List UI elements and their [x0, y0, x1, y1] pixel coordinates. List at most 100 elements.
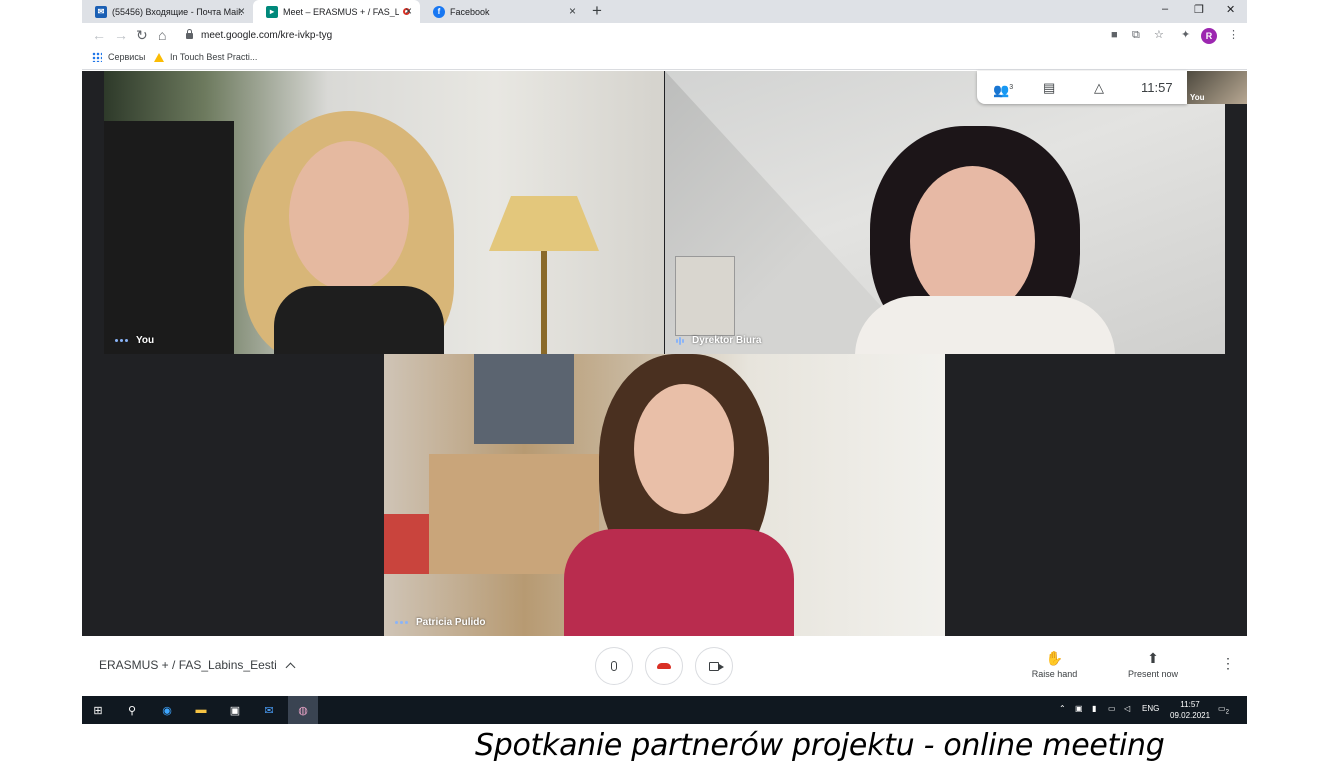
video-tile-dyrektor-biura[interactable]: Dyrektor Biura [665, 71, 1225, 354]
browser-toolbar: ← → ↻ ⌂ meet.google.com/kre-ivkp-tyg ■ ⧉… [82, 23, 1247, 48]
taskbar-date: 09.02.2021 [1170, 711, 1211, 720]
forward-arrow-icon[interactable]: → [114, 27, 128, 43]
tab-mail[interactable]: ✉ (55456) Входящие - Почта Mail. × [82, 0, 253, 23]
tab-facebook[interactable]: f Facebook × [420, 0, 584, 23]
apps-grid-icon [92, 52, 102, 62]
reload-icon[interactable]: ↻ [136, 27, 148, 43]
taskbar-time: 11:57 [1180, 700, 1200, 709]
participant-name: Patricia Pulido [416, 617, 486, 628]
browser-tab-strip: ✉ (55456) Входящие - Почта Mail. × ▸ Mee… [82, 0, 1247, 23]
people-icon[interactable]: 👥3 [993, 80, 1013, 97]
chat-icon[interactable]: ▤ [1043, 80, 1055, 95]
meeting-grid: You Dyrektor Biura Patricia Pulido 👥3 ▤ … [82, 71, 1247, 636]
new-tab-button[interactable]: + [592, 2, 602, 20]
maximize-button[interactable]: ❐ [1194, 3, 1204, 16]
hand-icon: ✋ [1045, 650, 1064, 666]
mail-app-icon[interactable]: ✉ [261, 702, 277, 718]
network-icon[interactable]: ▭ [1108, 704, 1116, 713]
present-now-button[interactable]: ⬆ Present now [1122, 650, 1184, 679]
lamp-stand [541, 251, 547, 354]
present-screen-icon: ⬆ [1147, 650, 1159, 666]
bookmark-in-touch[interactable]: In Touch Best Practi... [154, 52, 257, 62]
red-box [384, 514, 429, 574]
meeting-name: ERASMUS + / FAS_Labins_Eesti [99, 658, 277, 672]
participant-clothing [855, 296, 1115, 354]
address-bar[interactable]: meet.google.com/kre-ivkp-tyg [186, 28, 333, 41]
participant-face [634, 384, 734, 514]
close-tab-icon[interactable]: × [405, 5, 412, 17]
camera-icon [709, 661, 724, 671]
home-icon[interactable]: ⌂ [158, 27, 166, 43]
microphone-button[interactable] [595, 647, 633, 685]
drive-icon [154, 52, 164, 62]
participant-name: You [136, 335, 155, 346]
volume-icon[interactable]: ◁ [1124, 704, 1130, 713]
participant-face [910, 166, 1035, 316]
windows-taskbar: ⊞ ⚲ ◉ ▬ ▣ ✉ ◍ ⌃ ▣ ▮ ▭ ◁ ENG 11:57 09.02.… [82, 696, 1247, 724]
close-tab-icon[interactable]: × [569, 5, 576, 17]
bookmark-label: Сервисы [108, 52, 146, 62]
speaking-indicator-icon [676, 336, 684, 345]
more-options-icon[interactable]: ⋮ [1221, 656, 1235, 670]
notification-icon[interactable]: ▭2 [1218, 704, 1229, 716]
notification-count: 2 [1225, 709, 1229, 716]
chevron-up-icon [285, 662, 296, 672]
screenshot-frame: ✉ (55456) Входящие - Почта Mail. × ▸ Mee… [82, 0, 1247, 724]
extensions-icon[interactable]: ✦ [1181, 28, 1190, 42]
meeting-clock: 11:57 [1141, 80, 1173, 95]
video-tile-patricia-pulido[interactable]: Patricia Pulido [384, 354, 945, 636]
chevron-up-tray-icon[interactable]: ⌃ [1059, 704, 1066, 713]
windows-start-icon[interactable]: ⊞ [90, 702, 106, 718]
facebook-icon: f [433, 5, 445, 18]
star-icon[interactable]: ☆ [1154, 28, 1164, 42]
participant-name-tag: Patricia Pulido [395, 617, 485, 628]
microphone-icon [611, 661, 617, 671]
more-dots-icon [395, 621, 408, 624]
mail-icon: ✉ [95, 5, 107, 18]
menu-kebab-icon[interactable]: ⋮ [1228, 28, 1239, 42]
tab-title: (55456) Входящие - Почта Mail. [112, 6, 242, 17]
activities-icon[interactable]: △ [1094, 80, 1104, 95]
present-now-label: Present now [1127, 669, 1179, 679]
url-text: meet.google.com/kre-ivkp-tyg [201, 30, 333, 41]
edge-icon[interactable]: ◉ [159, 702, 175, 718]
meeting-details-button[interactable]: ERASMUS + / FAS_Labins_Eesti [99, 658, 296, 672]
translate-icon[interactable]: ⧉ [1132, 28, 1140, 42]
raise-hand-button[interactable]: ✋ Raise hand [1027, 650, 1082, 679]
participant-name: Dyrektor Biura [692, 335, 762, 346]
taskbar-clock[interactable]: 11:57 09.02.2021 [1170, 699, 1210, 721]
camera-icon[interactable]: ■ [1111, 28, 1118, 42]
close-window-button[interactable]: ✕ [1226, 3, 1235, 16]
tab-meet[interactable]: ▸ Meet – ERASMUS + / FAS_La × [253, 0, 420, 23]
self-view-label: You [1190, 93, 1205, 102]
back-arrow-icon[interactable]: ← [92, 27, 106, 43]
participant-clothing [274, 286, 444, 354]
bookmark-label: In Touch Best Practi... [170, 52, 258, 62]
microphone-tray-icon[interactable]: ▮ [1092, 704, 1096, 713]
meet-tray-icon[interactable]: ▣ [1075, 704, 1083, 713]
profile-avatar[interactable]: R [1201, 28, 1217, 44]
minimize-button[interactable]: – [1162, 3, 1168, 15]
bookmarks-bar: Сервисы In Touch Best Practi... [82, 48, 1247, 70]
lamp-shade [489, 196, 599, 251]
participant-name-tag: You [115, 335, 154, 346]
more-dots-icon [115, 339, 128, 342]
participant-clothing [564, 529, 794, 636]
participant-name-tag: Dyrektor Biura [676, 335, 761, 346]
store-icon[interactable]: ▣ [227, 702, 243, 718]
language-indicator[interactable]: ENG [1142, 704, 1159, 713]
monitor-shape [104, 121, 234, 354]
chrome-taskbar-icon[interactable]: ◍ [288, 696, 318, 724]
raise-hand-label: Raise hand [1031, 669, 1078, 679]
bookmark-apps[interactable]: Сервисы [92, 52, 145, 62]
video-tile-you[interactable]: You [104, 71, 664, 354]
close-tab-icon[interactable]: × [238, 5, 245, 17]
file-explorer-icon[interactable]: ▬ [193, 702, 209, 718]
search-icon[interactable]: ⚲ [124, 702, 140, 718]
leave-call-button[interactable] [645, 647, 683, 685]
wall-calendar [675, 256, 735, 336]
participant-face [289, 141, 409, 291]
camera-button[interactable] [695, 647, 733, 685]
people-count: 3 [1009, 84, 1014, 91]
self-view-thumbnail[interactable]: You [1187, 71, 1247, 104]
